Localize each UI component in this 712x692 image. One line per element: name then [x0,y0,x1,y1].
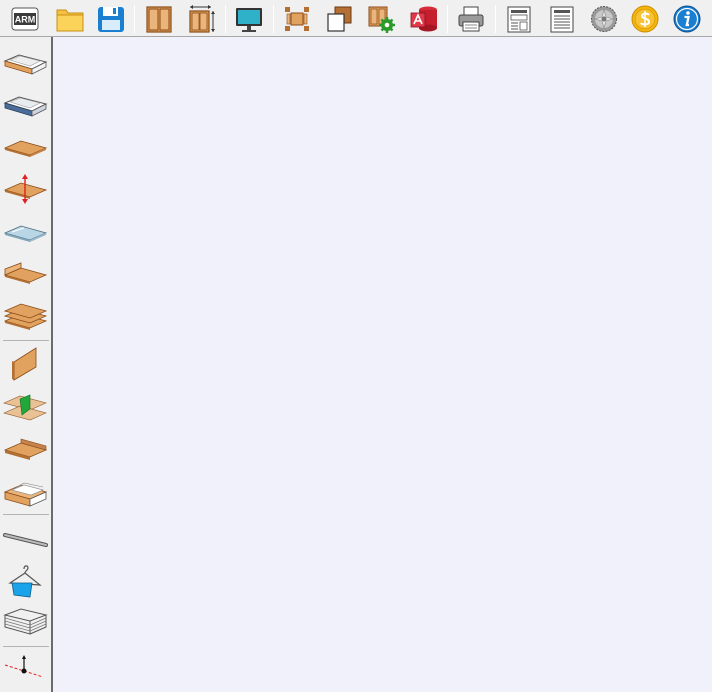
drawer-box-icon [3,482,48,507]
shelf-panel-icon [3,140,48,157]
cabinet-doors-icon [146,6,172,33]
report-list-icon [550,6,574,33]
glass-shelf-button[interactable] [2,213,48,251]
toolbar-separator [495,5,496,33]
cabinet-transform-button[interactable] [281,3,313,35]
axis-point-icon [4,655,44,678]
toolbar-separator [225,5,226,33]
saw-blade-icon [591,6,617,32]
drawer-box-button[interactable] [2,472,48,510]
glass-shelf-icon [3,225,48,242]
report-table-button[interactable] [503,3,535,35]
cabinet-settings-button[interactable] [365,3,397,35]
design-canvas[interactable] [53,37,712,692]
hanging-rail-icon [3,533,48,547]
monitor-icon [236,8,262,32]
shelf-with-edge-icon [3,262,48,284]
hanging-rail-button[interactable] [2,519,48,557]
arm-logo-icon: ARM [11,7,39,31]
axis-point-button[interactable] [2,649,48,687]
cabinet-settings-icon [368,6,395,33]
stacked-panels-icon [3,303,48,330]
adjustable-shelf-icon [3,174,48,204]
sidebar-separator [3,646,49,647]
monitor-button[interactable] [233,3,265,35]
shelf-with-edge-button[interactable] [2,255,48,293]
toolbar-separator [447,5,448,33]
printer-icon [458,6,484,32]
sidebar-separator [3,340,49,341]
stacked-panels-button[interactable] [2,297,48,335]
database-button[interactable] [408,3,440,35]
panel-intersection-button[interactable] [2,387,48,425]
toolbar-separator [273,5,274,33]
wire-basket-button[interactable] [2,603,48,641]
info-button[interactable] [671,3,703,35]
save-button[interactable] [95,3,127,35]
save-disk-icon [98,7,124,32]
wire-basket-icon [3,608,48,635]
panel-with-lip-button[interactable] [2,429,48,467]
clothes-hanger-icon [8,565,42,598]
report-table-icon [507,6,531,33]
arm-logo-text: ARM [15,15,36,25]
sidebar-separator [3,514,49,515]
cabinet-dimensions-icon [189,5,215,33]
saw-blade-button[interactable] [588,3,620,35]
dollar-coin-icon [631,5,659,33]
access-database-icon [410,6,437,32]
cabinet-dimensions-button[interactable] [186,3,218,35]
main-toolbar: ARM [0,0,712,37]
panel-with-lip-icon [3,438,48,460]
open-folder-icon [56,9,84,32]
arm-logo-button[interactable]: ARM [9,3,41,35]
drawer-white-button[interactable] [2,43,48,81]
info-icon [673,5,701,33]
copy-panels-icon [327,6,352,32]
toolbar-separator [134,5,135,33]
drawer-white-icon [3,54,48,75]
drawer-steel-button[interactable] [2,85,48,123]
report-list-button[interactable] [546,3,578,35]
copy-panels-button[interactable] [323,3,355,35]
vertical-panel-button[interactable] [2,344,48,382]
adjustable-shelf-button[interactable] [2,170,48,208]
panel-intersection-icon [3,394,47,421]
shelf-panel-button[interactable] [2,128,48,166]
component-sidebar [0,37,53,692]
cabinet-transform-icon [285,7,309,31]
print-button[interactable] [455,3,487,35]
clothes-hanger-button[interactable] [2,561,48,599]
vertical-panel-icon [12,347,37,381]
drawer-steel-icon [3,96,48,117]
application-window: ARM [0,0,712,692]
pricing-button[interactable] [629,3,661,35]
cabinet-doors-button[interactable] [143,3,175,35]
open-button[interactable] [54,3,86,35]
